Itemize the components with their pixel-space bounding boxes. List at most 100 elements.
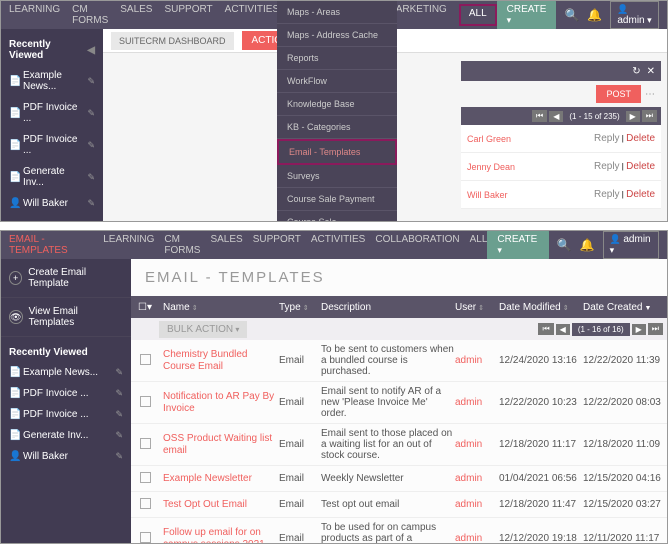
select-all-col[interactable]: ☐▾ <box>131 302 159 313</box>
edit-icon[interactable]: ✎ <box>115 367 123 378</box>
row-checkbox[interactable] <box>131 532 159 545</box>
sidebar-item[interactable]: 📄PDF Invoice ...✎ <box>1 383 131 404</box>
nav-item[interactable]: ALL <box>459 4 497 26</box>
row-user-link[interactable]: admin <box>455 439 499 450</box>
col-date-created[interactable]: Date Created▼ <box>583 302 667 313</box>
sidebar-item[interactable]: 📄Generate Inv...✎ <box>1 161 103 193</box>
nav-item[interactable]: SUPPORT <box>253 234 301 256</box>
delete-link[interactable]: Delete <box>626 161 655 172</box>
edit-icon[interactable]: ✎ <box>115 388 123 399</box>
row-checkbox[interactable] <box>131 396 159 410</box>
row-checkbox[interactable] <box>131 498 159 512</box>
edit-icon[interactable]: ✎ <box>87 172 95 183</box>
user-menu[interactable]: 👤 admin ▾ <box>603 231 659 259</box>
row-user-link[interactable]: admin <box>455 473 499 484</box>
dropdown-item[interactable]: Surveys <box>277 165 397 188</box>
row-name-link[interactable]: Follow up email for on campus sessions 2… <box>159 527 279 545</box>
edit-icon[interactable]: ✎ <box>87 198 95 209</box>
pager-last[interactable]: ⏭ <box>648 323 663 335</box>
refresh-icon[interactable]: ↻ <box>632 66 640 77</box>
sidebar-item[interactable]: 📄Generate Inv...✎ <box>1 425 131 446</box>
sidebar-item[interactable]: 👤Will Baker✎ <box>1 446 131 467</box>
nav-item[interactable]: LEARNING <box>9 4 60 26</box>
delete-link[interactable]: Delete <box>626 133 655 144</box>
dropdown-item[interactable]: Email - Templates <box>277 139 397 165</box>
edit-icon[interactable]: ✎ <box>115 451 123 462</box>
edit-icon[interactable]: ✎ <box>87 108 95 119</box>
row-user-link[interactable]: admin <box>455 499 499 510</box>
create-button[interactable]: CREATE ▾ <box>487 230 548 260</box>
dropdown-item[interactable]: KB - Categories <box>277 116 397 139</box>
search-icon[interactable]: 🔍 <box>564 8 579 22</box>
row-name-link[interactable]: Notification to AR Pay By Invoice <box>159 391 279 415</box>
collapse-icon[interactable]: ◀ <box>87 45 95 56</box>
col-type[interactable]: Type⇕ <box>279 302 321 313</box>
reply-link[interactable]: Reply <box>594 161 620 172</box>
dropdown-item[interactable]: Maps - Address Cache <box>277 24 397 47</box>
pager-prev[interactable]: ◀ <box>549 111 563 122</box>
nav-item[interactable]: ACTIVITIES <box>225 4 279 26</box>
reply-link[interactable]: Reply <box>594 189 620 200</box>
sidebar-item[interactable]: 📄Example News...✎ <box>1 362 131 383</box>
sidebar-item[interactable]: 📄PDF Invoice ...✎ <box>1 97 103 129</box>
nav-item[interactable]: COLLABORATION <box>375 234 459 256</box>
sidebar-item[interactable]: 📄PDF Invoice ...✎ <box>1 404 131 425</box>
create-button[interactable]: CREATE ▾ <box>497 0 557 30</box>
pager-last[interactable]: ⏭ <box>642 110 657 122</box>
pager-next[interactable]: ▶ <box>626 111 640 122</box>
dropdown-item[interactable]: Course Sale <box>277 211 397 222</box>
sidebar-item[interactable]: 👤Will Baker✎ <box>1 193 103 214</box>
pager-first[interactable]: ⏮ <box>538 323 553 335</box>
user-link[interactable]: Will Baker <box>467 190 508 200</box>
nav-item[interactable]: ACTIVITIES <box>311 234 365 256</box>
close-icon[interactable]: ✕ <box>647 66 655 77</box>
bulk-action-button[interactable]: BULK ACTION ▾ <box>159 321 247 338</box>
row-user-link[interactable]: admin <box>455 397 499 408</box>
notifications-icon[interactable]: 🔔 <box>580 238 595 252</box>
nav-item[interactable]: SALES <box>120 4 152 26</box>
row-checkbox[interactable] <box>131 438 159 452</box>
post-button[interactable]: POST <box>596 85 641 103</box>
row-name-link[interactable]: Example Newsletter <box>159 473 279 485</box>
nav-item[interactable]: SALES <box>210 234 242 256</box>
pager-prev[interactable]: ◀ <box>556 324 570 335</box>
user-link[interactable]: Carl Green <box>467 134 511 144</box>
nav-item[interactable]: CM FORMS <box>72 4 108 26</box>
pager-first[interactable]: ⏮ <box>532 110 547 122</box>
dropdown-item[interactable]: Maps - Areas <box>277 1 397 24</box>
row-checkbox[interactable] <box>131 354 159 368</box>
col-name[interactable]: Name⇕ <box>159 302 279 313</box>
more-icon[interactable]: ⋯ <box>645 89 655 100</box>
delete-link[interactable]: Delete <box>626 189 655 200</box>
user-menu[interactable]: 👤 admin ▾ <box>610 1 659 29</box>
dropdown-item[interactable]: Course Sale Payment <box>277 188 397 211</box>
notifications-icon[interactable]: 🔔 <box>587 8 602 22</box>
col-desc[interactable]: Description <box>321 302 455 313</box>
nav-item[interactable]: CM FORMS <box>164 234 200 256</box>
row-name-link[interactable]: OSS Product Waiting list email <box>159 433 279 457</box>
sidebar-action[interactable]: 👁View Email Templates <box>1 298 131 337</box>
search-icon[interactable]: 🔍 <box>557 238 572 252</box>
module-name[interactable]: EMAIL - TEMPLATES <box>9 234 93 256</box>
sidebar-item[interactable]: 📄Example News...✎ <box>1 65 103 97</box>
reply-link[interactable]: Reply <box>594 133 620 144</box>
row-user-link[interactable]: admin <box>455 355 499 366</box>
sidebar-item[interactable]: 📄PDF Invoice ...✎ <box>1 129 103 161</box>
edit-icon[interactable]: ✎ <box>115 409 123 420</box>
pager-next[interactable]: ▶ <box>632 324 646 335</box>
sidebar-action[interactable]: +Create Email Template <box>1 259 131 298</box>
row-user-link[interactable]: admin <box>455 533 499 544</box>
dropdown-item[interactable]: WorkFlow <box>277 70 397 93</box>
row-checkbox[interactable] <box>131 472 159 486</box>
nav-item[interactable]: ALL <box>470 234 488 256</box>
edit-icon[interactable]: ✎ <box>87 76 95 87</box>
row-name-link[interactable]: Test Opt Out Email <box>159 499 279 511</box>
row-name-link[interactable]: Chemistry Bundled Course Email <box>159 349 279 373</box>
nav-item[interactable]: LEARNING <box>103 234 154 256</box>
user-link[interactable]: Jenny Dean <box>467 162 515 172</box>
edit-icon[interactable]: ✎ <box>87 140 95 151</box>
col-date-modified[interactable]: Date Modified⇕ <box>499 302 583 313</box>
nav-item[interactable]: SUPPORT <box>164 4 212 26</box>
col-user[interactable]: User⇕ <box>455 302 499 313</box>
edit-icon[interactable]: ✎ <box>115 430 123 441</box>
